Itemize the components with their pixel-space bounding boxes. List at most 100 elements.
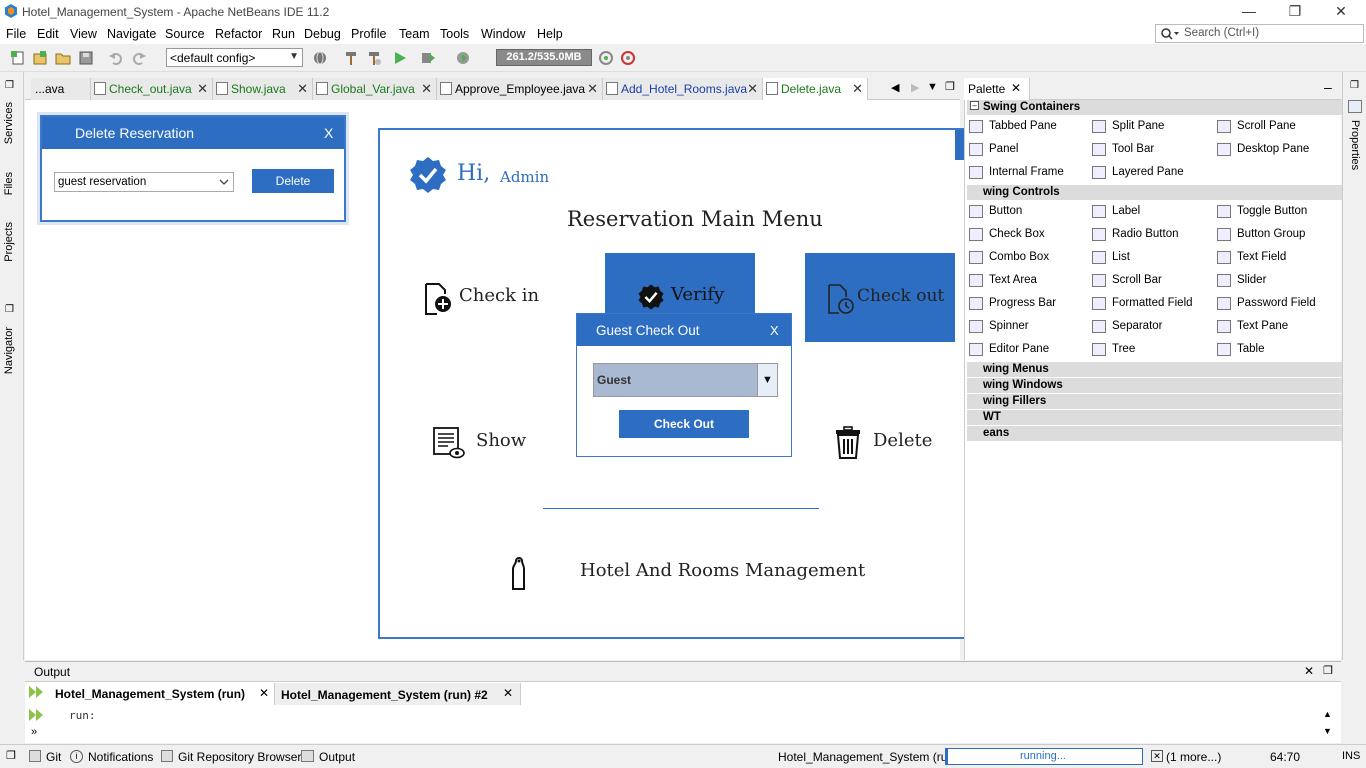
palette-category[interactable]: wing Menus xyxy=(967,362,1342,377)
status-git[interactable]: Git xyxy=(46,750,61,764)
menu-refactor[interactable]: Refactor xyxy=(215,27,262,41)
palette-item-slider[interactable]: Slider xyxy=(1217,274,1266,287)
close-tab-icon[interactable]: ✕ xyxy=(747,78,758,100)
close-icon[interactable]: ✕ xyxy=(1304,664,1314,678)
scroll-up-icon[interactable]: ▲ xyxy=(1323,709,1332,719)
palette-item-label[interactable]: Label xyxy=(1092,205,1140,218)
palette-category[interactable]: WT xyxy=(967,410,1342,425)
memory-indicator[interactable]: 261.2/535.0MB xyxy=(496,49,592,66)
palette-item-internal-frame[interactable]: Internal Frame xyxy=(969,166,1064,179)
scroll-right-icon[interactable]: ▶ xyxy=(911,81,919,94)
maximize-icon[interactable]: ❐ xyxy=(945,80,955,93)
progress-bar[interactable]: running... xyxy=(945,748,1143,765)
editor-tab-active[interactable]: Delete.java ✕ xyxy=(763,78,868,100)
palette-item-radio-button[interactable]: Radio Button xyxy=(1092,228,1179,241)
close-tab-icon[interactable]: ✕ xyxy=(259,686,269,700)
palette-category[interactable]: wing Windows xyxy=(967,378,1342,393)
side-tab-projects[interactable]: Projects xyxy=(3,222,15,262)
palette-category[interactable]: Swing Containers xyxy=(967,100,1342,115)
new-project-icon[interactable] xyxy=(32,50,48,66)
palette-item-scroll-bar[interactable]: Scroll Bar xyxy=(1092,274,1162,287)
save-all-icon[interactable] xyxy=(78,50,94,66)
restore-window-icon[interactable]: ❐ xyxy=(6,749,16,762)
output-tab-active[interactable]: Hotel_Management_System (run) ✕ xyxy=(49,683,275,705)
menu-source[interactable]: Source xyxy=(165,27,205,41)
palette-item-text-pane[interactable]: Text Pane xyxy=(1217,320,1288,333)
palette-item-text-field[interactable]: Text Field xyxy=(1217,251,1286,264)
palette-item-check-box[interactable]: Check Box xyxy=(969,228,1045,241)
palette-category[interactable]: wing Controls xyxy=(967,185,1342,200)
side-tab-services[interactable]: Services xyxy=(3,102,15,144)
palette-item-tabbed-pane[interactable]: Tabbed Pane xyxy=(969,120,1057,133)
editor-tab[interactable]: Check_out.java ✕ xyxy=(91,78,213,100)
palette-item-password-field[interactable]: Password Field xyxy=(1217,297,1316,310)
status-notifications[interactable]: Notifications xyxy=(88,750,153,764)
menu-view[interactable]: View xyxy=(70,27,97,41)
palette-item-tree[interactable]: Tree xyxy=(1092,343,1135,356)
run-icon[interactable] xyxy=(392,50,408,66)
restore-window-icon[interactable]: ❐ xyxy=(1323,664,1333,677)
close-tab-icon[interactable]: ✕ xyxy=(297,78,308,100)
side-tab-properties[interactable]: Properties xyxy=(1349,120,1361,170)
palette-item-layered-pane[interactable]: Layered Pane xyxy=(1092,166,1184,179)
close-tab-icon[interactable]: ✕ xyxy=(852,78,863,100)
check-out-tile[interactable]: Check out xyxy=(805,253,955,342)
menu-team[interactable]: Team xyxy=(399,27,430,41)
menu-window[interactable]: Window xyxy=(481,27,525,41)
close-window-button[interactable]: ✕ xyxy=(1318,0,1364,24)
menu-debug[interactable]: Debug xyxy=(304,27,341,41)
door-hanger-icon[interactable] xyxy=(508,555,528,591)
editor-tab[interactable]: Add_Hotel_Rooms.java ✕ xyxy=(603,78,763,100)
open-project-icon[interactable] xyxy=(55,50,71,66)
config-select[interactable]: <default config> ▼ xyxy=(166,48,303,67)
status-git-repository-browser[interactable]: Git Repository Browser xyxy=(178,750,301,764)
menu-profile[interactable]: Profile xyxy=(351,27,386,41)
rerun-icon[interactable] xyxy=(28,685,44,699)
palette-item-split-pane[interactable]: Split Pane xyxy=(1092,120,1164,133)
tab-list-icon[interactable]: ▼ xyxy=(927,81,938,93)
debug-icon[interactable] xyxy=(420,50,436,66)
close-button[interactable]: X xyxy=(770,323,779,338)
palette-item-text-area[interactable]: Text Area xyxy=(969,274,1037,287)
palette-item-combo-box[interactable]: Combo Box xyxy=(969,251,1049,264)
collapse-icon[interactable]: – xyxy=(970,101,979,110)
editor-tab[interactable]: ...ava xyxy=(31,78,91,100)
side-tab-navigator[interactable]: Navigator xyxy=(3,327,15,374)
delete-button[interactable]: Delete xyxy=(252,169,334,193)
close-button[interactable]: X xyxy=(324,125,333,141)
menu-tools[interactable]: Tools xyxy=(440,27,469,41)
menu-file[interactable]: File xyxy=(6,27,26,41)
garbage-collect-icon[interactable] xyxy=(598,50,614,66)
palette-item-button[interactable]: Button xyxy=(969,205,1022,218)
scroll-down-icon[interactable]: ▼ xyxy=(1323,726,1332,736)
close-tab-icon[interactable]: ✕ xyxy=(587,78,598,100)
show-list-icon[interactable] xyxy=(432,426,466,460)
cancel-task-icon[interactable]: ✕ xyxy=(1151,750,1163,762)
search-box[interactable]: Search (Ctrl+I) xyxy=(1155,24,1364,43)
editor-tab[interactable]: Show.java ✕ xyxy=(213,78,313,100)
palette-item-desktop-pane[interactable]: Desktop Pane xyxy=(1217,143,1309,156)
palette-category[interactable]: eans xyxy=(967,426,1342,441)
palette-item-editor-pane[interactable]: Editor Pane xyxy=(969,343,1049,356)
close-tab-icon[interactable]: ✕ xyxy=(1011,81,1021,95)
menu-run[interactable]: Run xyxy=(272,27,295,41)
menu-navigate[interactable]: Navigate xyxy=(107,27,156,41)
globe-icon[interactable] xyxy=(312,50,328,66)
properties-icon[interactable] xyxy=(1348,100,1362,113)
minimize-icon[interactable]: – xyxy=(1324,79,1332,95)
scroll-left-icon[interactable]: ◀ xyxy=(891,81,899,94)
palette-item-scroll-pane[interactable]: Scroll Pane xyxy=(1217,120,1296,133)
rerun-icon[interactable] xyxy=(28,708,44,722)
redo-icon[interactable] xyxy=(131,50,147,66)
guest-select[interactable]: Guest ▼ xyxy=(593,363,778,397)
check-in-button[interactable]: Check in xyxy=(459,285,539,306)
editor-tab[interactable]: Approve_Employee.java ✕ xyxy=(437,78,603,100)
reservation-select[interactable]: guest reservation xyxy=(54,172,234,192)
restore-window-icon[interactable]: ❐ xyxy=(5,304,14,315)
palette-item-formatted-field[interactable]: Formatted Field xyxy=(1092,297,1193,310)
close-tab-icon[interactable]: ✕ xyxy=(421,78,432,100)
status-more-tasks[interactable]: (1 more...) xyxy=(1166,750,1221,764)
restore-window-icon[interactable]: ❐ xyxy=(5,80,14,91)
menu-help[interactable]: Help xyxy=(537,27,563,41)
minimize-button[interactable]: — xyxy=(1226,0,1272,24)
